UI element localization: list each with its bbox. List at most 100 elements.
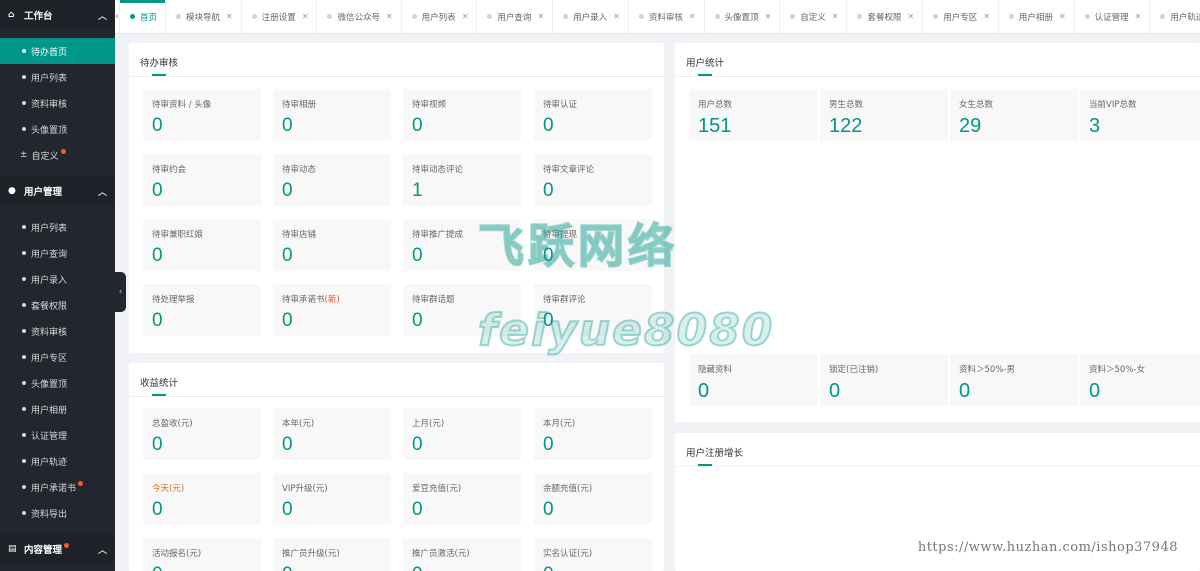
stat-value: 0 (152, 499, 163, 520)
stat-value: 0 (282, 564, 391, 571)
sidebar-item-user-entry[interactable]: 用户录入 (0, 266, 115, 292)
close-icon[interactable]: ✕ (386, 12, 393, 21)
sidebar-item-user-list[interactable]: 用户列表 (0, 64, 115, 90)
stat-vip-users[interactable]: 当前VIP总数 3 (1080, 89, 1200, 141)
tab-module-nav[interactable]: 模块导航 ✕ (166, 0, 242, 33)
stat-male-users[interactable]: 男生总数 122 (820, 89, 948, 141)
close-icon[interactable]: ✕ (983, 12, 990, 21)
tab-dot-icon (790, 14, 796, 19)
stat-pending-posts[interactable]: 待审动态 0 (273, 154, 391, 206)
close-icon[interactable]: ✕ (613, 12, 620, 21)
sidebar-item-user-list[interactable]: 用户列表 (0, 214, 115, 240)
stat-pending-reports[interactable]: 待处理举报 0 (143, 284, 261, 336)
close-icon[interactable]: ✕ (1135, 12, 1142, 21)
stat-label: 男生总数 (829, 100, 864, 110)
stat-female-users[interactable]: 女生总数 29 (950, 89, 1078, 141)
stat-total-users[interactable]: 用户总数 151 (689, 89, 817, 141)
tab-label: 微信公众号 (337, 12, 380, 23)
tab-package-permissions[interactable]: 套餐权限 ✕ (847, 0, 924, 33)
stat-pending-auth[interactable]: 待审认证 0 (534, 89, 652, 141)
close-icon[interactable]: ✕ (832, 12, 839, 21)
stat-pending-pledge[interactable]: 待审承诺书(新) 0 (273, 284, 391, 336)
stat-pending-profile[interactable]: 待审资料 / 头像 0 (143, 89, 261, 141)
stat-realname-auth[interactable]: 实名认证(元) 0 (534, 538, 652, 571)
sidebar-group-content-management[interactable]: ▤ 内容管理 ︿ (0, 534, 115, 564)
stat-balance-recharge[interactable]: 余额充值(元) 0 (534, 473, 652, 525)
tab-profile-review[interactable]: 资料审核 ✕ (629, 0, 705, 33)
tab-custom[interactable]: 自定义 ✕ (780, 0, 848, 33)
tab-user-track[interactable]: 用户轨迹✕ (1150, 0, 1200, 33)
stat-pending-shop[interactable]: 待审店铺 0 (273, 219, 391, 271)
sidebar-item-avatar-top[interactable]: 头像置顶 (0, 116, 115, 142)
close-icon[interactable]: ✕ (765, 12, 772, 21)
bullet-icon (22, 407, 26, 411)
sidebar-item-avatar-top[interactable]: 头像置顶 (0, 370, 115, 396)
stat-pending-post-comments[interactable]: 待审动态评论 1 (403, 154, 521, 206)
tab-avatar-top[interactable]: 头像置顶 ✕ (705, 0, 781, 33)
close-icon[interactable]: ✕ (689, 12, 696, 21)
tab-user-zone[interactable]: 用户专区 ✕ (923, 0, 999, 33)
sidebar-item-custom[interactable]: ± 自定义 (0, 142, 115, 168)
sidebar-item-todo-home[interactable]: 待办首页 (0, 38, 115, 64)
stat-profile-complete-female[interactable]: 资料＞50%-女 0 (1080, 354, 1200, 406)
stat-coin-recharge[interactable]: 爱豆充值(元) 0 (403, 473, 521, 525)
close-icon[interactable]: ✕ (908, 12, 915, 21)
stat-promoter-activation[interactable]: 推广员激活(元) 0 (403, 538, 521, 571)
stat-locked-users[interactable]: 锁定(已注销) 0 (820, 354, 948, 406)
tab-user-entry[interactable]: 用户录入 ✕ (553, 0, 629, 33)
sidebar-item-user-query[interactable]: 用户查询 (0, 240, 115, 266)
stat-profile-complete-male[interactable]: 资料＞50%-男 0 (950, 354, 1078, 406)
stat-pending-video[interactable]: 待审视频 0 (403, 89, 521, 141)
card-title-text: 收益统计 (140, 378, 179, 389)
close-icon[interactable]: ✕ (537, 12, 544, 21)
stat-pending-article-comments[interactable]: 待审文章评论 0 (534, 154, 652, 206)
notification-dot (60, 148, 66, 154)
tab-register-settings[interactable]: 注册设置 ✕ (242, 0, 318, 33)
sidebar-item-profile-review[interactable]: 资料审核 (0, 90, 115, 116)
sidebar-item-user-track[interactable]: 用户轨迹 (0, 448, 115, 474)
stat-today-revenue[interactable]: 今天(元) 0 (143, 473, 261, 525)
tab-user-query[interactable]: 用户查询 ✕ (477, 0, 554, 33)
stat-total-revenue[interactable]: 总盈收(元) 0 (143, 408, 261, 460)
stat-hidden-profiles[interactable]: 隐藏资料 0 (689, 354, 817, 406)
sidebar-item-data-export[interactable]: 资料导出 (0, 500, 115, 526)
tab-user-album[interactable]: 用户相册 ✕ (999, 0, 1075, 33)
stat-month-revenue[interactable]: 本月(元) 0 (534, 408, 652, 460)
tab-label: 套餐权限 (867, 12, 902, 23)
bullet-icon (22, 355, 26, 359)
tab-wechat[interactable]: 微信公众号 ✕ (317, 0, 402, 33)
sidebar-item-label: 头像置顶 (31, 379, 68, 390)
card-title: 用户统计 (675, 43, 1200, 77)
chevron-left-icon: ‹ (118, 287, 123, 297)
sidebar-item-user-pledge[interactable]: 用户承诺书 (0, 474, 115, 500)
sidebar-item-package-permissions[interactable]: 套餐权限 (0, 292, 115, 318)
stat-pending-matchmaker[interactable]: 待审兼职红娘 0 (143, 219, 261, 271)
stat-year-revenue[interactable]: 本年(元) 0 (273, 408, 391, 460)
sidebar-group-user-management[interactable]: ● 用户管理 ︿ (0, 176, 115, 206)
close-icon[interactable]: ✕ (1059, 12, 1066, 21)
sidebar-item-label: 待办首页 (31, 47, 68, 58)
stat-value: 3 (1089, 115, 1101, 137)
tab-user-list[interactable]: 用户列表 ✕ (402, 0, 478, 33)
sidebar-item-profile-review[interactable]: 资料审核 (0, 318, 115, 344)
stat-event-signup[interactable]: 活动报名(元) 0 (143, 538, 261, 571)
close-icon[interactable]: ✕ (462, 12, 469, 21)
stat-value: 0 (543, 180, 554, 201)
tab-auth-management[interactable]: 认证管理 ✕ (1075, 0, 1151, 33)
close-icon[interactable]: ✕ (226, 12, 233, 21)
bullet-icon (22, 511, 26, 515)
stat-last-month-revenue[interactable]: 上月(元) 0 (403, 408, 521, 460)
stat-promoter-upgrade[interactable]: 推广员升级(元) 0 (273, 538, 391, 571)
sidebar-item-user-zone[interactable]: 用户专区 (0, 344, 115, 370)
stat-pending-dating[interactable]: 待审约会 0 (143, 154, 261, 206)
sidebar-group-workbench[interactable]: ⌂ 工作台 ︿ (0, 0, 115, 30)
close-icon[interactable]: ✕ (302, 12, 309, 21)
sidebar-collapse-button[interactable]: ‹ (115, 272, 126, 312)
stat-vip-upgrade[interactable]: VIP升级(元) 0 (273, 473, 391, 525)
sidebar-item-user-album[interactable]: 用户相册 (0, 396, 115, 422)
sidebar-item-auth-management[interactable]: 认证管理 (0, 422, 115, 448)
stat-pending-album[interactable]: 待审相册 0 (273, 89, 391, 141)
tab-home[interactable]: 首页 (120, 0, 167, 33)
sidebar-group-label: 工作台 (24, 11, 53, 22)
tab-label: 模块导航 (186, 12, 221, 23)
